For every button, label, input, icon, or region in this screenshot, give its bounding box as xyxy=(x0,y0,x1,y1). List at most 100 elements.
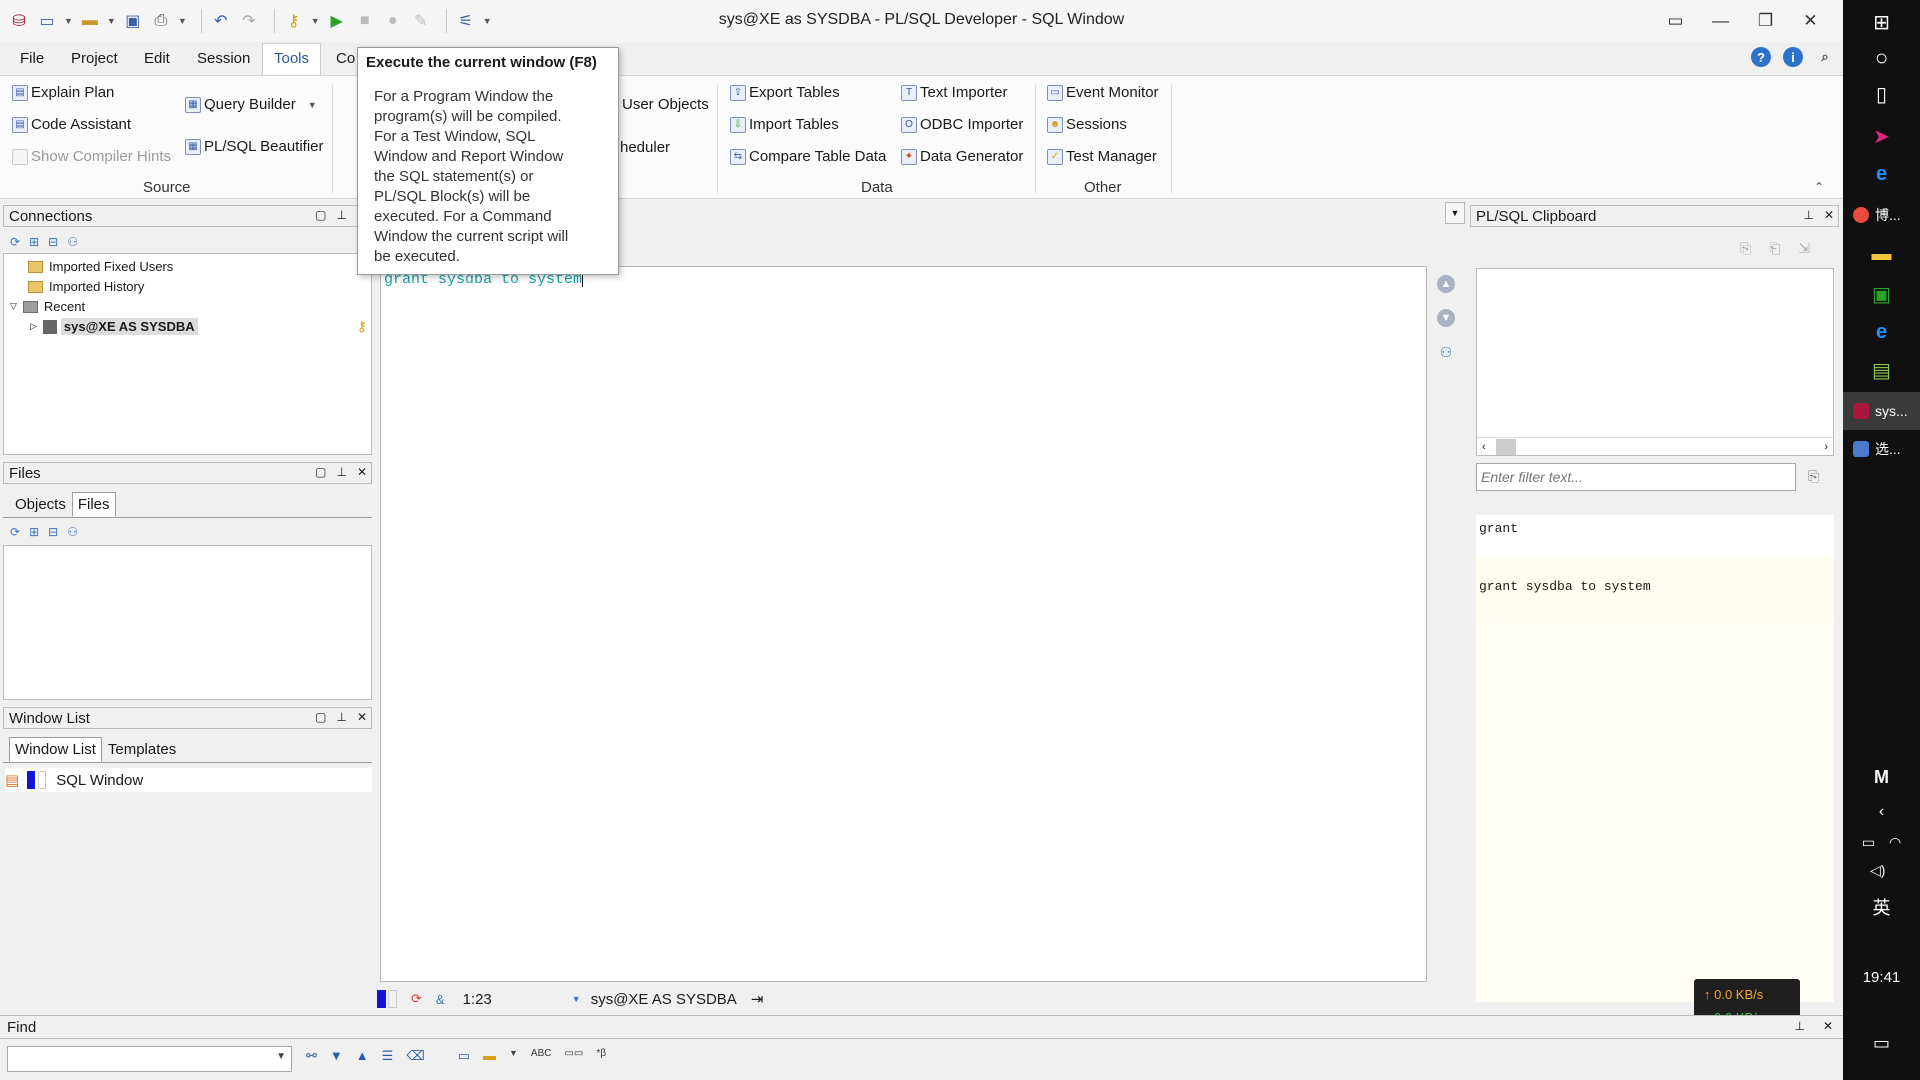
spreadsheet-icon[interactable]: ▤ xyxy=(1843,356,1920,384)
match-case-icon[interactable]: ABC xyxy=(531,1048,552,1064)
close-icon[interactable]: ✕ xyxy=(357,465,367,479)
find-next-icon[interactable]: ▼ xyxy=(330,1048,343,1064)
collapse-all-icon[interactable]: ⊟ xyxy=(48,235,58,249)
refresh-status-icon[interactable]: ⟳ xyxy=(411,991,422,1007)
menu-co[interactable]: Co xyxy=(336,50,355,67)
connection-dropdown-icon[interactable]: ▼ xyxy=(572,994,581,1004)
tree-item-recent[interactable]: ▽ Recent xyxy=(10,299,85,314)
link-icon[interactable]: & xyxy=(436,992,445,1007)
query-builder-button[interactable]: ▦ Query Builder ▼ xyxy=(185,96,317,113)
collapse-ribbon-icon[interactable]: ⌃ xyxy=(1814,180,1824,194)
status-connection[interactable]: sys@XE AS SYSDBA xyxy=(591,991,737,1008)
close-icon[interactable]: ✕ xyxy=(1824,208,1834,222)
compare-table-data-button[interactable]: ⇆ Compare Table Data xyxy=(730,148,886,165)
explain-plan-button[interactable]: ▤ Explain Plan xyxy=(12,84,114,101)
search-window-icon[interactable]: ⌕ xyxy=(1815,47,1835,67)
menu-tools[interactable]: Tools xyxy=(262,43,322,76)
pin-icon[interactable]: ⊥ xyxy=(336,710,346,724)
taskbar-app-plsql[interactable]: sys... xyxy=(1843,392,1920,430)
show-hidden-icons-chevron-icon[interactable]: ‹ xyxy=(1843,800,1920,824)
connect-icon[interactable]: ⚇ xyxy=(67,235,78,249)
expand-all-icon[interactable]: ⊞ xyxy=(29,235,39,249)
wifi-icon[interactable]: ◠ xyxy=(1889,834,1901,851)
find-previous-icon[interactable]: ▲ xyxy=(356,1048,369,1064)
clipboard-item[interactable]: grant sysdba to system xyxy=(1476,557,1834,622)
pin-icon[interactable]: ⊥ xyxy=(1803,208,1813,222)
eraser-icon[interactable]: ⌫ xyxy=(406,1048,424,1064)
export-tables-button[interactable]: ⇪ Export Tables xyxy=(730,84,840,101)
code-assistant-button[interactable]: ▤ Code Assistant xyxy=(12,116,131,133)
clipboard-item[interactable]: grant xyxy=(1476,515,1834,557)
ie-icon[interactable]: e xyxy=(1843,318,1920,346)
info-icon[interactable]: i xyxy=(1783,47,1803,67)
text-importer-button[interactable]: T Text Importer xyxy=(901,84,1008,101)
browse-icon[interactable]: ⚇ xyxy=(67,525,78,539)
send-icon[interactable]: ➤ xyxy=(1843,122,1920,150)
user-objects-button[interactable]: User Objects xyxy=(622,96,709,113)
show-compiler-hints-button[interactable]: Show Compiler Hints xyxy=(12,148,171,165)
whole-word-icon[interactable]: ▭▭ xyxy=(564,1048,583,1064)
tree-item-imported-fixed-users[interactable]: Imported Fixed Users xyxy=(28,259,173,274)
scroll-right-icon[interactable]: › xyxy=(1824,441,1828,453)
task-view-icon[interactable]: ▯ xyxy=(1843,80,1920,108)
expand-all-icon[interactable]: ⊞ xyxy=(29,525,39,539)
tab-files[interactable]: Files xyxy=(71,492,116,517)
minimize-button[interactable]: — xyxy=(1698,6,1743,36)
paste-icon[interactable]: ⎗ xyxy=(1769,240,1780,257)
sql-editor[interactable]: grant sysdba to system xyxy=(380,266,1427,982)
data-generator-button[interactable]: ✦ Data Generator xyxy=(901,148,1023,165)
menu-project[interactable]: Project xyxy=(71,50,118,67)
battery-icon[interactable]: ▭ xyxy=(1862,834,1875,851)
plsql-beautifier-button[interactable]: ▦ PL/SQL Beautifier xyxy=(185,138,324,155)
help-connection-icon[interactable]: ⚇ xyxy=(1437,343,1455,361)
pin-icon[interactable]: ⊥ xyxy=(336,208,346,222)
ime-mode-icon[interactable]: M xyxy=(1843,764,1920,790)
pin-connection-icon[interactable]: ⇥ xyxy=(751,990,764,1008)
collapsed-chevron-icon[interactable]: ▷ xyxy=(30,321,37,332)
maximize-button[interactable]: ❐ xyxy=(1743,6,1788,36)
tab-templates[interactable]: Templates xyxy=(102,737,182,762)
scheduler-button[interactable]: heduler xyxy=(620,139,670,156)
notifications-icon[interactable]: ▭ xyxy=(1843,1030,1920,1056)
edge-icon[interactable]: e xyxy=(1843,160,1920,188)
expanded-chevron-icon[interactable]: ▽ xyxy=(10,301,17,312)
binoculars-icon[interactable]: ⚯ xyxy=(306,1048,317,1064)
query-builder-dropdown-icon[interactable]: ▼ xyxy=(308,100,317,110)
test-manager-button[interactable]: ✓ Test Manager xyxy=(1047,148,1157,165)
scroll-up-icon[interactable]: ▲ xyxy=(1437,275,1455,293)
horizontal-scrollbar[interactable]: ‹ › xyxy=(1477,437,1833,455)
green-app-icon[interactable]: ▣ xyxy=(1843,280,1920,308)
float-icon[interactable]: ▢ xyxy=(315,465,326,479)
pin-icon[interactable]: ⊥ xyxy=(1795,1019,1805,1033)
regex-icon[interactable]: *β xyxy=(596,1048,606,1064)
scroll-thumb[interactable] xyxy=(1495,438,1516,455)
clock-time[interactable]: 19:41 xyxy=(1843,964,1920,990)
windows-start-icon[interactable]: ⊞ xyxy=(1843,8,1920,36)
help-icon[interactable]: ? xyxy=(1751,47,1771,67)
clipboard-filter-input[interactable] xyxy=(1476,463,1796,491)
copy-icon[interactable]: ⎘ xyxy=(1740,240,1751,257)
float-icon[interactable]: ▢ xyxy=(315,710,326,724)
cortana-icon[interactable]: ○ xyxy=(1843,44,1920,72)
refresh-icon[interactable]: ⟳ xyxy=(10,235,20,249)
close-button[interactable]: ✕ xyxy=(1788,6,1833,36)
refresh-icon[interactable]: ⟳ xyxy=(10,525,20,539)
list-icon[interactable]: ☰ xyxy=(382,1048,394,1064)
find-input[interactable]: ▼ xyxy=(7,1046,292,1072)
input-language[interactable]: 英 xyxy=(1843,894,1920,920)
folder-scope-icon[interactable]: ▬ xyxy=(483,1048,496,1064)
menu-edit[interactable]: Edit xyxy=(144,50,170,67)
tree-item-imported-history[interactable]: Imported History xyxy=(28,279,144,294)
insert-icon[interactable]: ⇲ xyxy=(1798,240,1810,257)
menu-file[interactable]: File xyxy=(20,50,44,67)
scroll-down-icon[interactable]: ▼ xyxy=(1437,309,1455,327)
menu-session[interactable]: Session xyxy=(197,50,250,67)
odbc-importer-button[interactable]: O ODBC Importer xyxy=(901,116,1023,133)
sessions-button[interactable]: ☻ Sessions xyxy=(1047,116,1127,133)
taskbar-app-browser[interactable]: 博... xyxy=(1843,196,1920,234)
event-monitor-button[interactable]: ▭ Event Monitor xyxy=(1047,84,1159,101)
collapse-all-icon[interactable]: ⊟ xyxy=(48,525,58,539)
close-icon[interactable]: ✕ xyxy=(357,710,367,724)
file-explorer-icon[interactable]: ▬ xyxy=(1843,240,1920,268)
window-scope-icon[interactable]: ▭ xyxy=(458,1048,470,1064)
